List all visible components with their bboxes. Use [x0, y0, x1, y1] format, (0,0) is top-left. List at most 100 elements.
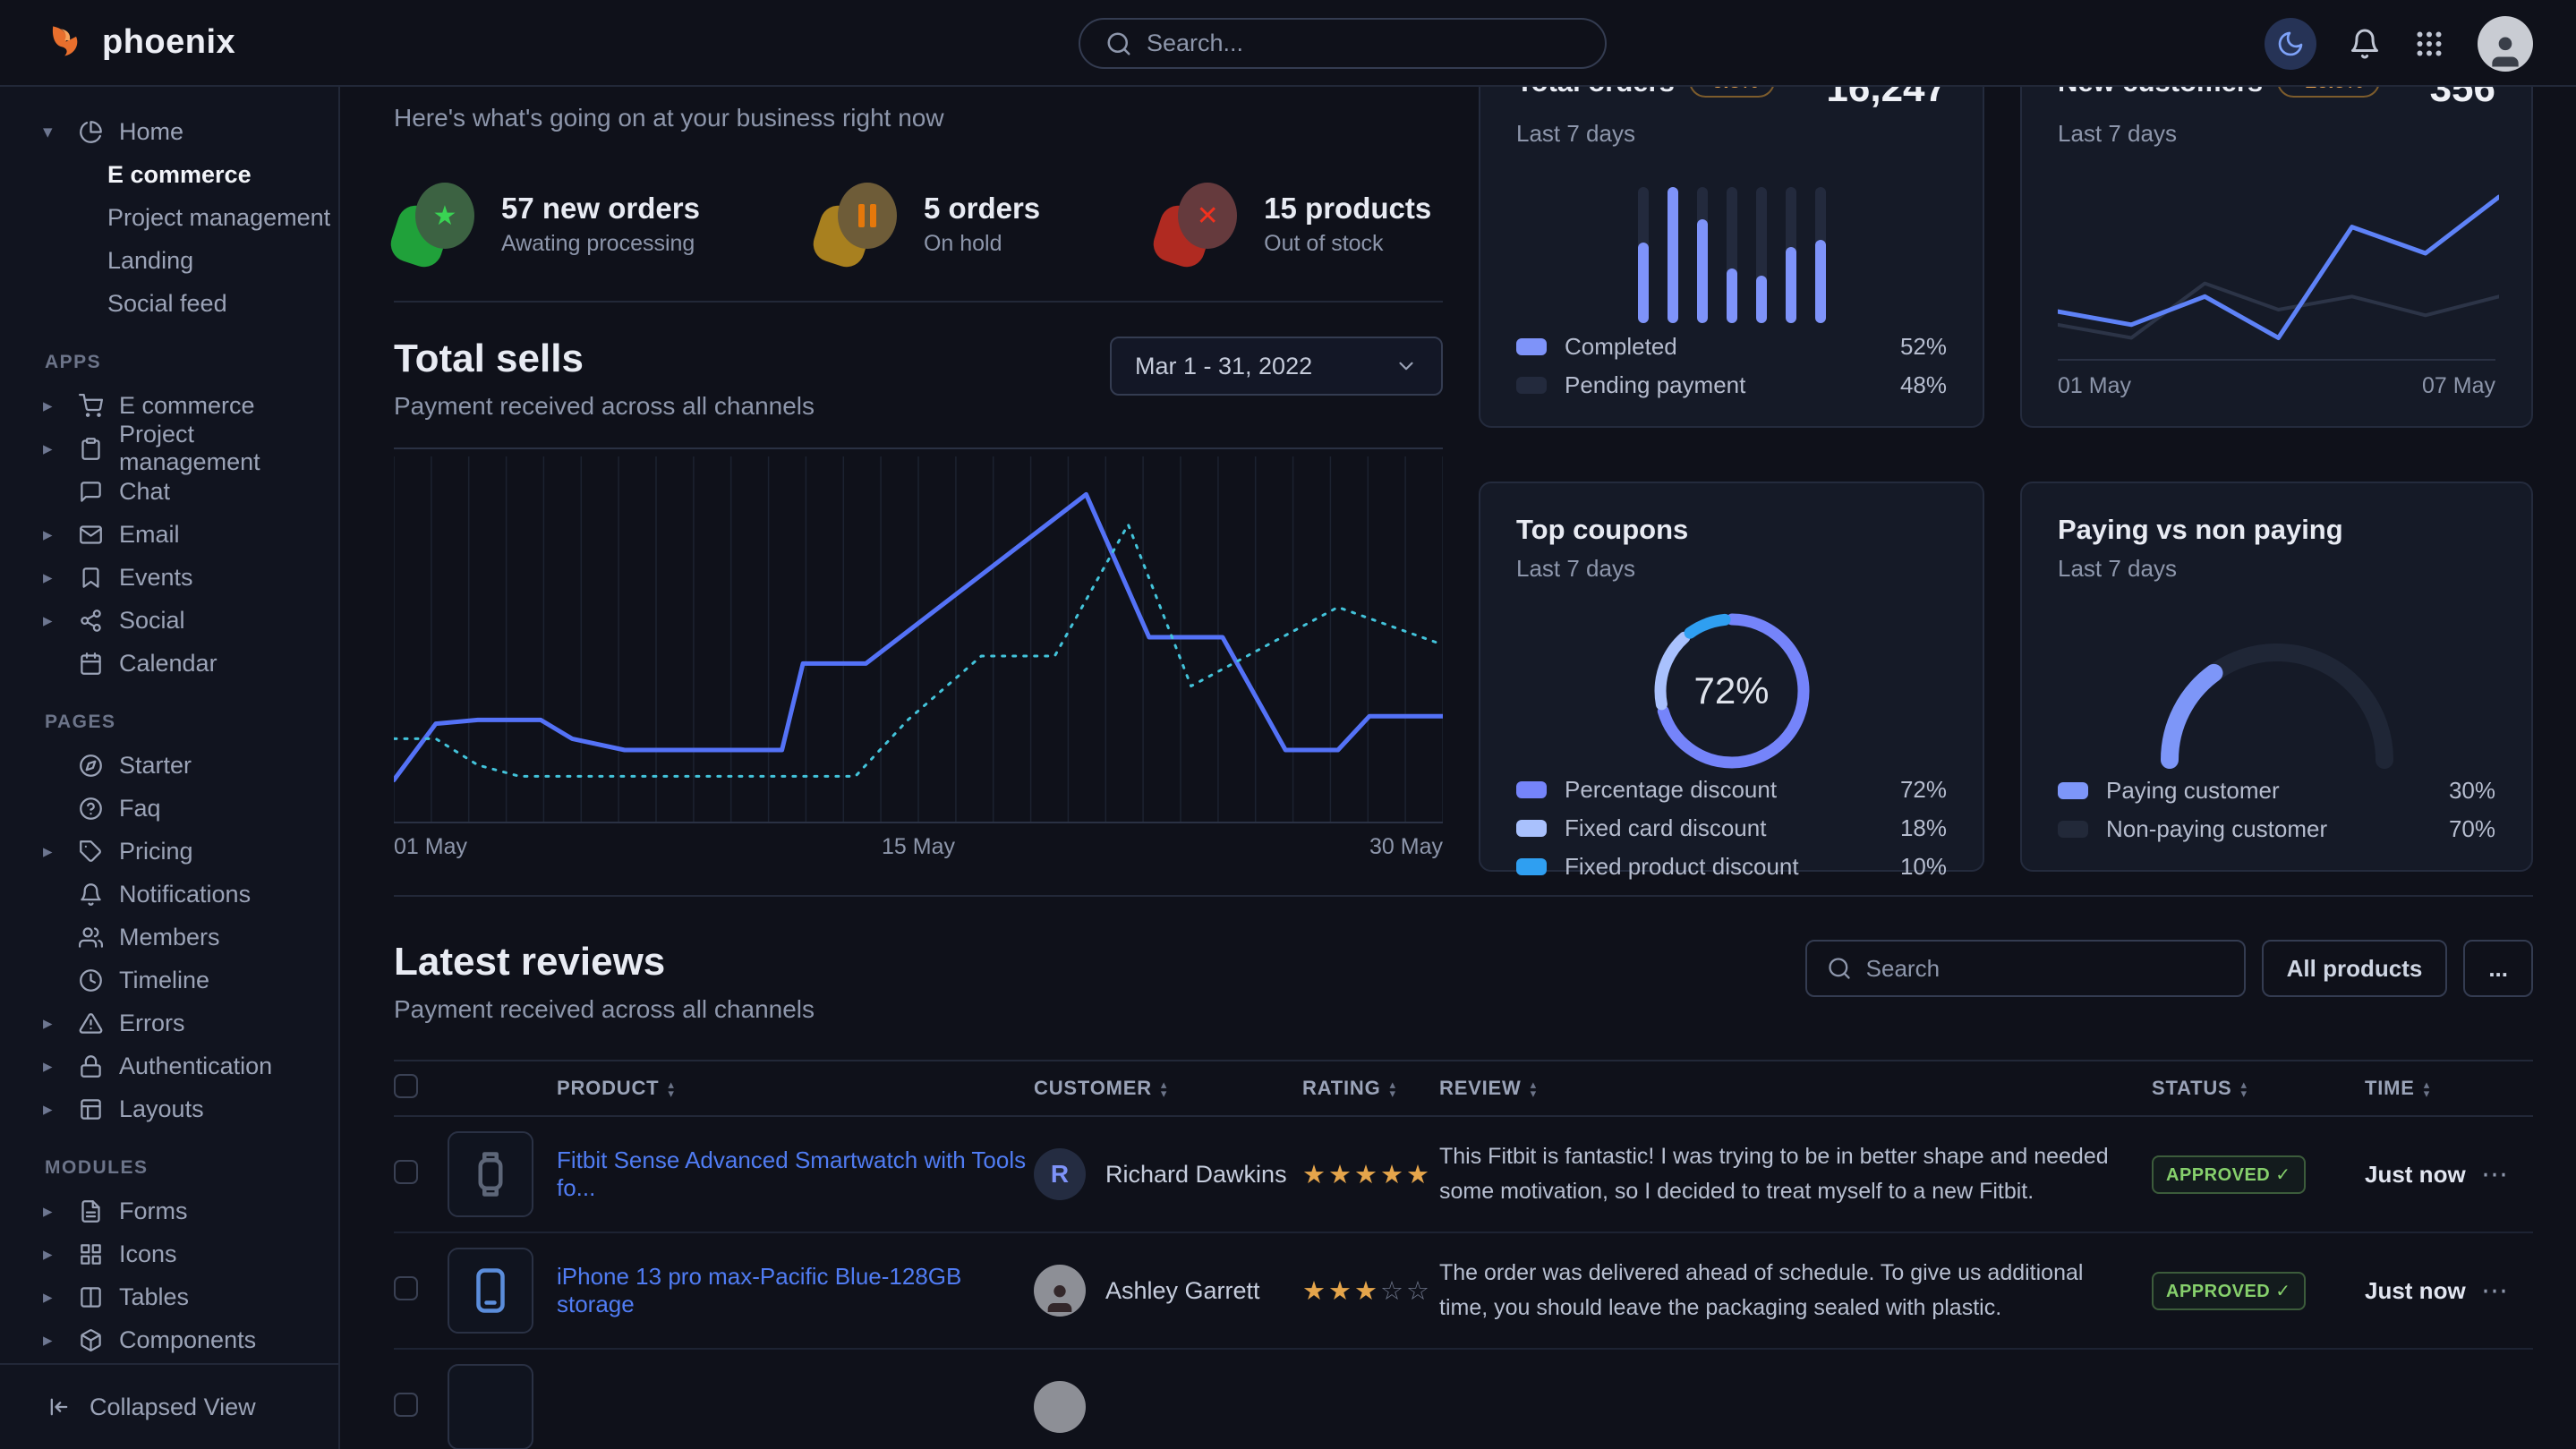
legend-row: Non-paying customer 70% [2058, 815, 2495, 843]
row-menu-icon[interactable] [2481, 1160, 2508, 1189]
stat-sublabel: Awating processing [501, 231, 700, 257]
sidebar-item-label: Notifications [119, 881, 251, 908]
row-checkbox[interactable] [394, 1393, 418, 1417]
legend-value: 30% [2449, 777, 2495, 805]
reviews-subtitle: Payment received across all channels [394, 995, 815, 1024]
sidebar-item-label: Tables [119, 1283, 189, 1311]
sidebar-item-home-ecommerce[interactable]: E commerce [0, 153, 338, 196]
product-link[interactable]: Fitbit Sense Advanced Smartwatch with To… [557, 1146, 1034, 1202]
divider [394, 301, 1443, 303]
card-period: Last 7 days [2058, 120, 2495, 148]
app-root: phoenix Home E commerce Project ma [0, 0, 2576, 1449]
sidebar-item-email[interactable]: Email [0, 513, 338, 556]
sort-icon: ▴▾ [2424, 1080, 2430, 1098]
top-navbar: phoenix [0, 0, 2576, 87]
select-all-checkbox[interactable] [394, 1074, 418, 1098]
table-row: Fitbit Sense Advanced Smartwatch with To… [394, 1116, 2533, 1232]
sidebar-item-chat[interactable]: Chat [0, 470, 338, 513]
sidebar-item-events[interactable]: Events [0, 556, 338, 599]
sidebar-item-icons[interactable]: Icons [0, 1232, 338, 1275]
caret-right-icon [43, 395, 63, 417]
lock-icon [79, 1054, 103, 1078]
review-text: The order was delivered ahead of schedul… [1439, 1243, 2152, 1338]
user-avatar[interactable] [2478, 16, 2533, 72]
column-header-product[interactable]: PRODUCT▴▾ [448, 1061, 1034, 1116]
sidebar-item-pricing[interactable]: Pricing [0, 830, 338, 873]
reviews-menu-button[interactable]: ... [2463, 940, 2533, 997]
sidebar-item-layouts[interactable]: Layouts [0, 1087, 338, 1130]
page-subtitle: Here's what's going on at your business … [394, 104, 1443, 132]
x-axis-label: 30 May [1369, 834, 1443, 860]
notifications-bell-icon[interactable] [2349, 28, 2381, 60]
stat-value: 15 products [1264, 192, 1431, 226]
product-thumbnail[interactable] [448, 1364, 533, 1449]
row-checkbox[interactable] [394, 1276, 418, 1300]
collapsed-view-toggle[interactable]: Collapsed View [0, 1363, 338, 1449]
rating-stars: ★★★☆☆ [1302, 1277, 1432, 1306]
sidebar-item-home[interactable]: Home [0, 110, 338, 153]
column-header-review[interactable]: REVIEW▴▾ [1439, 1061, 2152, 1116]
column-header-time[interactable]: TIME▴▾ [2365, 1061, 2481, 1116]
row-menu-icon[interactable] [2481, 1276, 2508, 1306]
review-text: This Fitbit is fantastic! I was trying t… [1439, 1127, 2152, 1222]
reviews-search[interactable] [1805, 940, 2246, 997]
sidebar-item-starter[interactable]: Starter [0, 744, 338, 787]
stat-sublabel: Out of stock [1264, 231, 1431, 257]
reviews-table: PRODUCT▴▾ CUSTOMER▴▾ RATING▴▾ REVIEW▴▾ S… [394, 1060, 2533, 1449]
product-thumbnail[interactable] [448, 1131, 533, 1217]
sort-icon: ▴▾ [1531, 1080, 1537, 1098]
sidebar-item-timeline[interactable]: Timeline [0, 959, 338, 1002]
column-header-customer[interactable]: CUSTOMER▴▾ [1034, 1061, 1302, 1116]
reviews-search-input[interactable] [1866, 955, 2206, 983]
legend-row: Percentage discount 72% [1516, 776, 1947, 804]
legend-row: Paying customer 30% [2058, 777, 2495, 805]
sidebar-item-label: Forms [119, 1198, 188, 1225]
column-header-rating[interactable]: RATING▴▾ [1302, 1061, 1439, 1116]
sidebar-item-components[interactable]: Components [0, 1318, 338, 1361]
sidebar-item-tables[interactable]: Tables [0, 1275, 338, 1318]
card-total-orders: Total orders -6.8% 16,247 Last 7 days Co… [1479, 34, 1984, 428]
legend-swatch [1516, 820, 1547, 837]
search-icon [1827, 956, 1852, 981]
sidebar-item-errors[interactable]: Errors [0, 1002, 338, 1044]
all-products-filter-button[interactable]: All products [2262, 940, 2448, 997]
sidebar-item-label: Starter [119, 752, 192, 780]
product-link[interactable]: iPhone 13 pro max-Pacific Blue-128GB sto… [557, 1263, 1034, 1318]
sidebar-item-label: E commerce [119, 392, 255, 420]
column-header-status[interactable]: STATUS▴▾ [2152, 1061, 2365, 1116]
bookmark-icon [79, 566, 103, 590]
sidebar-item-label: Faq [119, 795, 161, 823]
sidebar-item-social[interactable]: Social [0, 599, 338, 642]
sidebar-item-home-landing[interactable]: Landing [0, 239, 338, 282]
apps-grid-icon[interactable] [2413, 28, 2445, 60]
x-axis-label: 01 May [2058, 373, 2131, 399]
sidebar-item-forms[interactable]: Forms [0, 1189, 338, 1232]
global-search-input[interactable] [1147, 30, 1558, 57]
product-thumbnail[interactable] [448, 1248, 533, 1334]
sidebar-item-authentication[interactable]: Authentication [0, 1044, 338, 1087]
sidebar-item-members[interactable]: Members [0, 916, 338, 959]
legend-row: Pending payment 48% [1516, 371, 1947, 399]
sidebar-item-home-social-feed[interactable]: Social feed [0, 282, 338, 325]
review-time: Just now [2365, 1277, 2466, 1304]
smartwatch-image [466, 1150, 515, 1198]
total-sells-subtitle: Payment received across all channels [394, 392, 815, 421]
brand-logo[interactable]: phoenix [0, 22, 235, 64]
sidebar-item-project-management-app[interactable]: Project management [0, 427, 338, 470]
row-checkbox[interactable] [394, 1160, 418, 1184]
legend-row: Fixed card discount 18% [1516, 814, 1947, 842]
theme-toggle-button[interactable] [2265, 18, 2316, 70]
sidebar-item-calendar[interactable]: Calendar [0, 642, 338, 685]
sidebar-section-apps: APPS [0, 325, 338, 384]
clipboard-icon [79, 437, 103, 461]
caret-right-icon [43, 1200, 63, 1223]
date-range-picker[interactable]: Mar 1 - 31, 2022 [1110, 337, 1443, 396]
global-search[interactable] [1079, 18, 1607, 69]
sidebar-item-notifications[interactable]: Notifications [0, 873, 338, 916]
table-columns-icon [79, 1285, 103, 1309]
sidebar-item-label: Chat [119, 478, 170, 506]
sidebar-item-faq[interactable]: Faq [0, 787, 338, 830]
moon-icon [2276, 30, 2305, 58]
sidebar-item-home-project-management[interactable]: Project management [0, 196, 338, 239]
sidebar-item-label: Members [119, 924, 220, 951]
